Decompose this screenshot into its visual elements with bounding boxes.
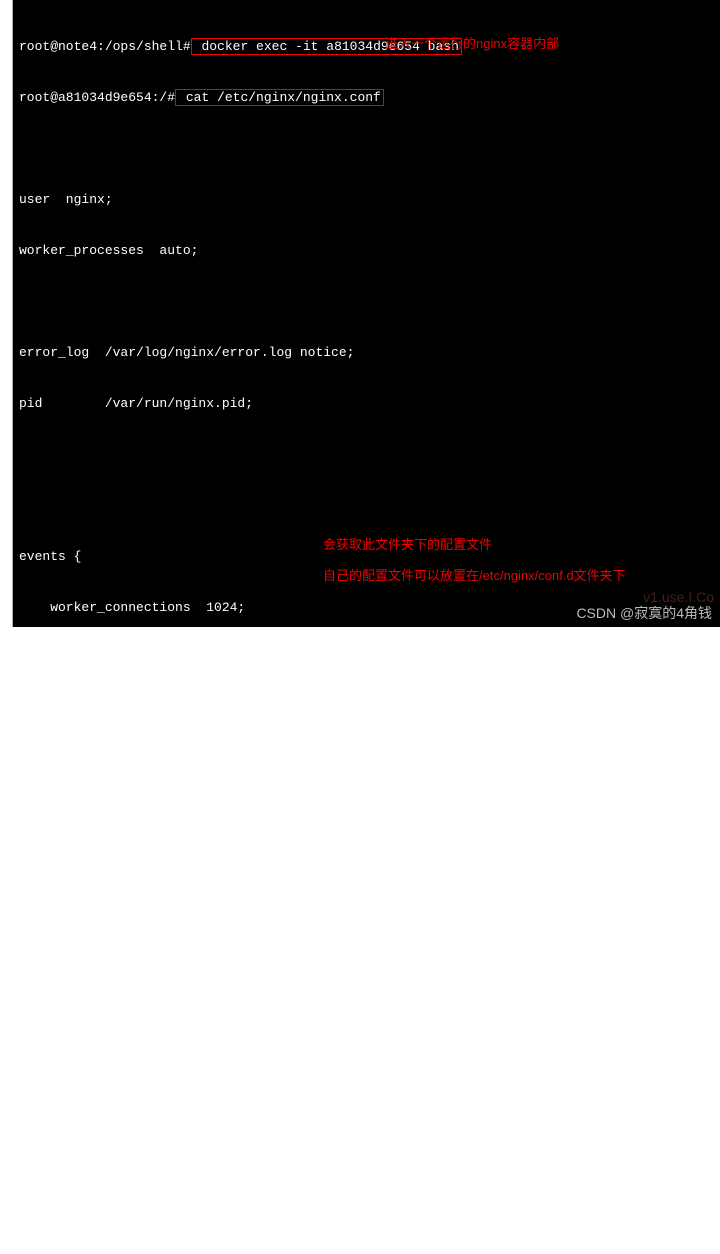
prompt-2: root@a81034d9e654:/# xyxy=(19,90,175,105)
annotation-confd-place: 自己的配置文件可以放置在/etc/nginx/conf.d文件夹下 xyxy=(323,565,626,584)
cfg-log-format-1: log_format main '$remote_addr - $remote_… xyxy=(19,1007,714,1024)
cfg-user: user nginx; xyxy=(19,191,714,208)
terminal-window: root@note4:/ops/shell# docker exec -it a… xyxy=(12,0,720,627)
cfg-log-format-2: '$status $body_bytes_sent "$http_referer… xyxy=(19,1058,714,1075)
watermark-csdn: CSDN @寂寞的4角钱 xyxy=(576,603,712,623)
cmd-cat: cat /etc/nginx/nginx.conf xyxy=(178,90,381,105)
annotation-confd-fetch: 会获取此文件夹下的配置文件 xyxy=(323,534,492,553)
cfg-worker-processes: worker_processes auto; xyxy=(19,242,714,259)
blank-l19 xyxy=(19,956,714,973)
cfg-include-mime: include /etc/nginx/mime.types; xyxy=(19,854,714,871)
annotation-enter-container: 进入一个运行的nginx容器内部 xyxy=(385,33,559,52)
blank-l9 xyxy=(19,446,714,463)
blank-l23 xyxy=(19,1160,714,1177)
prompt-1: root@note4:/ops/shell# xyxy=(19,39,191,54)
cfg-pid: pid /var/run/nginx.pid; xyxy=(19,395,714,412)
cfg-default-type: default_type application/octet-stream; xyxy=(19,905,714,922)
cfg-error-log: error_log /var/log/nginx/error.log notic… xyxy=(19,344,714,361)
blank-l15 xyxy=(19,752,714,769)
blank-l6 xyxy=(19,293,714,310)
cmd-cat-box: cat /etc/nginx/nginx.conf xyxy=(175,89,384,106)
cfg-events-close: } xyxy=(19,650,714,667)
cfg-http-open: http { xyxy=(19,803,714,820)
blank-l14 xyxy=(19,701,714,718)
cfg-access-log: access_log /var/log/nginx/access.log mai… xyxy=(19,1211,714,1228)
blank-l10 xyxy=(19,497,714,514)
prompt-line-2: root@a81034d9e654:/# cat /etc/nginx/ngin… xyxy=(19,89,714,106)
prompt-line-1: root@note4:/ops/shell# docker exec -it a… xyxy=(19,38,714,55)
cfg-log-format-3: '"$http_user_agent" "$http_x_forwarded_f… xyxy=(19,1109,714,1126)
blank-l3 xyxy=(19,140,714,157)
